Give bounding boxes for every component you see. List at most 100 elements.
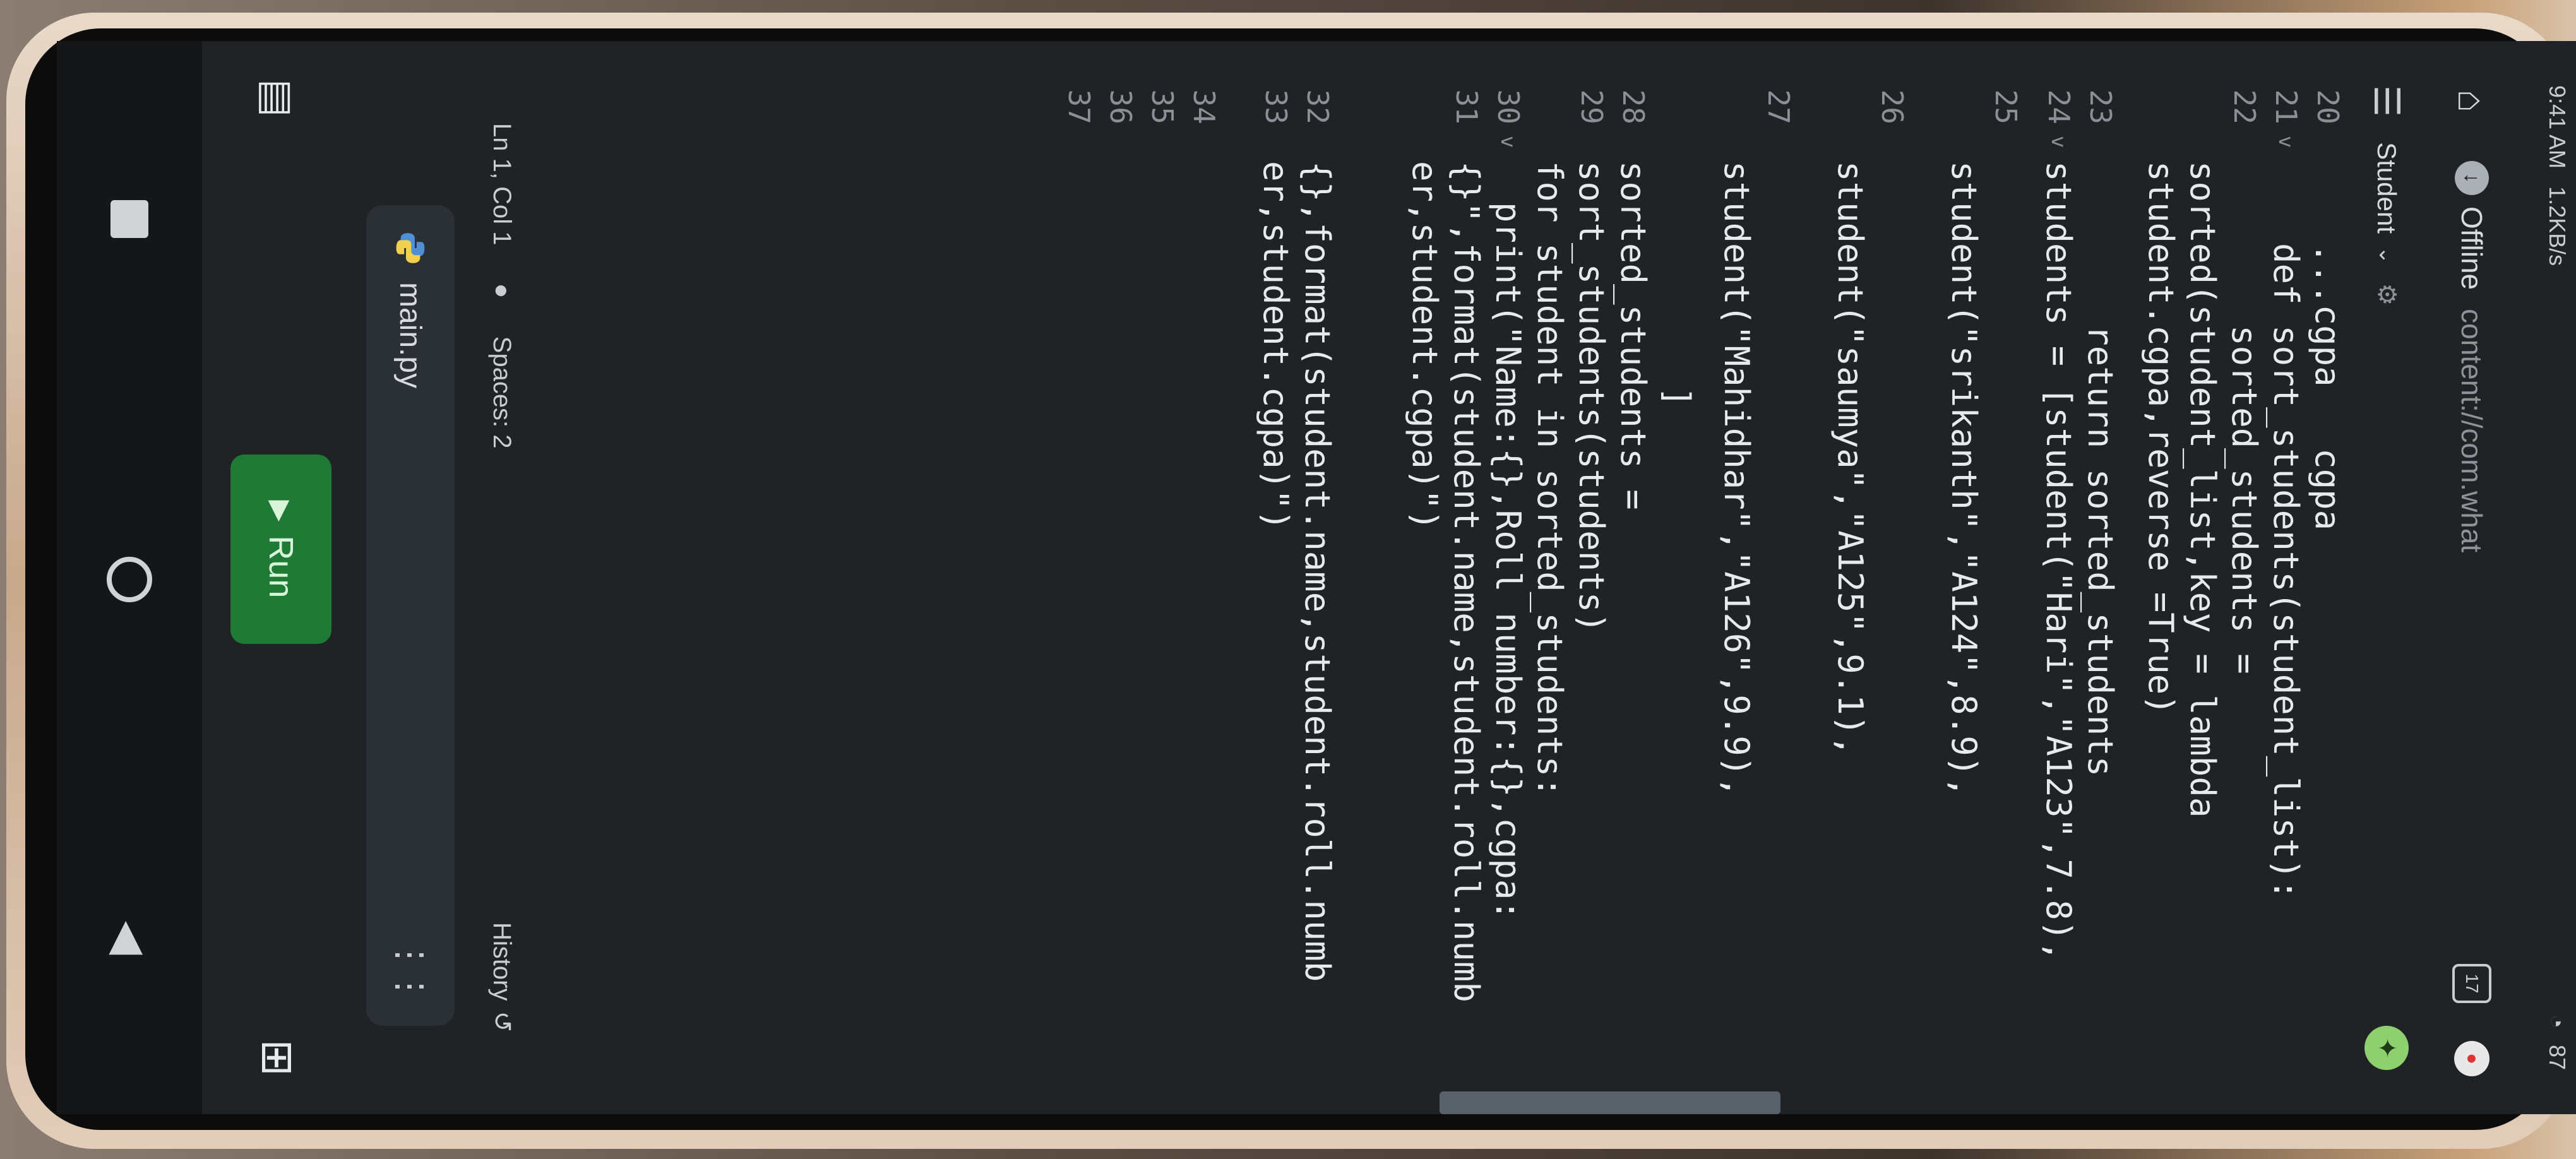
file-title[interactable]: Student xyxy=(2371,142,2402,234)
hamburger-icon[interactable]: ☰ xyxy=(2366,85,2407,117)
menu-icon[interactable]: ● xyxy=(2454,1041,2490,1076)
code-line: 23 return sorted_students xyxy=(2080,41,2121,1114)
code-line: ] xyxy=(1657,41,1698,1114)
code-line: sorted(student_list,key = lambda xyxy=(2182,41,2224,1114)
code-text: student("srikanth","A124",8.9), xyxy=(1944,161,1984,797)
code-line: 22 sorted_students = xyxy=(2224,41,2265,1114)
line-number: 23 xyxy=(2084,89,2118,124)
code-text: er,student.cgpa)") xyxy=(1405,161,1445,531)
history-label: History xyxy=(488,922,516,1001)
cursor-position[interactable]: Ln 1, Col 1 xyxy=(488,123,516,245)
line-number: 30 xyxy=(1491,89,1525,124)
code-text: {}",format(student.name,student.roll.num… xyxy=(1446,161,1487,1002)
fold-chevron-icon[interactable]: v xyxy=(2047,136,2071,161)
fold-chevron-icon[interactable]: v xyxy=(1496,136,1520,161)
code-line: 28 sorted_students = xyxy=(1613,41,1654,1114)
code-text: {},format(student.name,student.roll.numb xyxy=(1297,161,1338,982)
code-text: ...cgpa cgpa xyxy=(2308,161,2348,531)
code-text: def sort_students(student_list): xyxy=(2266,161,2306,900)
code-text: student.cgpa,reverse =True) xyxy=(2141,161,2181,715)
code-line: 35 xyxy=(1142,41,1183,1114)
line-number: 36 xyxy=(1104,89,1138,124)
status-time: 9:41 AM xyxy=(2544,85,2570,169)
code-line: 33 er,student.cgpa)") xyxy=(1255,41,1297,1114)
status-bar: 9:41 AM 1.2KB/s ◔ 87 xyxy=(2519,41,2576,1114)
code-text: er,student.cgpa)") xyxy=(1256,161,1296,531)
code-text: return sorted_students xyxy=(2080,161,2121,777)
code-editor[interactable]: 20 ...cgpa cgpa 21 v def sort_students(st… xyxy=(581,41,2349,1114)
avatar[interactable]: ✦ xyxy=(2364,1026,2409,1070)
line-number: 20 xyxy=(2311,89,2345,124)
history-icon: ↺ xyxy=(488,1011,516,1032)
line-number: 31 xyxy=(1450,89,1484,124)
home-nav-icon[interactable] xyxy=(107,557,152,603)
offline-label: Offline xyxy=(2455,206,2488,290)
tabs-icon[interactable]: 17 xyxy=(2452,964,2491,1003)
code-line: 30 v print("Name:{},Roll number:{},cgpa: xyxy=(1488,41,1529,1114)
wifi-icon: ◔ xyxy=(2544,1014,2570,1028)
file-tab[interactable]: main.py ⋮⋮ xyxy=(366,205,455,1026)
sidebar-toggle-icon[interactable]: ▤ xyxy=(254,79,302,117)
scrollbar[interactable] xyxy=(1440,1091,1780,1114)
code-line: 36 xyxy=(1100,41,1142,1114)
code-text: ] xyxy=(1657,161,1698,408)
indent-setting[interactable]: Spaces: 2 xyxy=(488,336,516,449)
home-icon[interactable]: ⌂ xyxy=(2450,79,2494,123)
recents-icon[interactable] xyxy=(110,200,148,239)
run-button[interactable]: ▶ Run xyxy=(230,455,331,644)
line-number: 26 xyxy=(1875,89,1909,124)
code-text: sorted(student_list,key = lambda xyxy=(2183,161,2223,818)
browser-url-bar: ⌂ ↓ Offline content://com.what 17 ● xyxy=(2424,41,2519,1114)
back-icon[interactable]: ◀ xyxy=(104,921,155,955)
url-field[interactable]: content://com.what xyxy=(2455,309,2489,763)
code-text: for student in sorted_students: xyxy=(1530,161,1570,797)
play-icon: ▶ xyxy=(265,500,297,522)
code-text: student("Mahidhar","A126",9.9), xyxy=(1717,161,1757,797)
editor-header: ☰ Student ⌄ ⚙ ✦ xyxy=(2349,41,2424,1114)
line-number: 35 xyxy=(1145,89,1179,124)
file-name: main.py xyxy=(393,282,427,389)
line-number: 22 xyxy=(2227,89,2262,124)
line-number: 25 xyxy=(1989,89,2023,124)
status-network-speed: 1.2KB/s xyxy=(2544,186,2570,266)
run-toolbar: ▤ ▶ Run ⊞ xyxy=(202,41,354,1114)
settings-icon[interactable]: ⚙ xyxy=(2372,283,2401,306)
code-text: students = [student("Hari","A123",7.8), xyxy=(2039,161,2079,961)
chevron-down-icon[interactable]: ⌄ xyxy=(2374,246,2399,264)
code-line: 31 {}",format(student.name,student.roll.n… xyxy=(1446,41,1488,1114)
line-number: 28 xyxy=(1616,89,1650,124)
grid-icon[interactable]: ⊞ xyxy=(252,1039,304,1076)
code-line: 21 v def sort_students(student_list): xyxy=(2265,41,2307,1114)
run-label: Run xyxy=(262,535,300,598)
code-text: sort_students(students) xyxy=(1571,161,1612,633)
line-number: 21 xyxy=(2269,89,2303,124)
code-text: sorted_students = xyxy=(2224,161,2265,674)
fold-chevron-icon[interactable]: v xyxy=(2274,136,2298,161)
line-number: 34 xyxy=(1187,89,1221,124)
bullet-separator: ● xyxy=(488,283,516,299)
code-line: 34 xyxy=(1183,41,1225,1114)
code-line: for student in sorted_students: xyxy=(1529,41,1571,1114)
code-line: 32 {},format(student.name,student.roll.nu… xyxy=(1297,41,1339,1114)
line-number: 37 xyxy=(1062,89,1096,124)
battery-level: 87 xyxy=(2544,1044,2570,1070)
code-line: 26 xyxy=(1871,41,1913,1114)
code-text: print("Name:{},Roll number:{},cgpa: xyxy=(1488,161,1529,920)
phone-screen: 9:41 AM 1.2KB/s ◔ 87 ⌂ ↓ Offline content… xyxy=(57,41,2576,1114)
code-line: student("saumya","A125",9.1), xyxy=(1830,41,1871,1114)
code-line: 20 ...cgpa cgpa xyxy=(2307,41,2349,1114)
more-options-icon[interactable]: ⋮⋮ xyxy=(390,937,431,1001)
code-text: sorted_students = xyxy=(1613,161,1654,510)
android-nav-bar: ◀ xyxy=(57,41,202,1114)
code-line: 25 xyxy=(1985,41,2027,1114)
code-line: student("srikanth","A124",8.9), xyxy=(1943,41,1985,1114)
line-number: 24 xyxy=(2042,89,2076,124)
line-number: 27 xyxy=(1762,89,1796,124)
line-number: 33 xyxy=(1259,89,1293,124)
line-number: 32 xyxy=(1301,89,1335,124)
code-line: 29 sort_students(students) xyxy=(1571,41,1613,1114)
history-button[interactable]: History ↺ xyxy=(487,922,516,1032)
code-line: er,student.cgpa)") xyxy=(1404,41,1446,1114)
code-line: 37 xyxy=(1058,41,1100,1114)
